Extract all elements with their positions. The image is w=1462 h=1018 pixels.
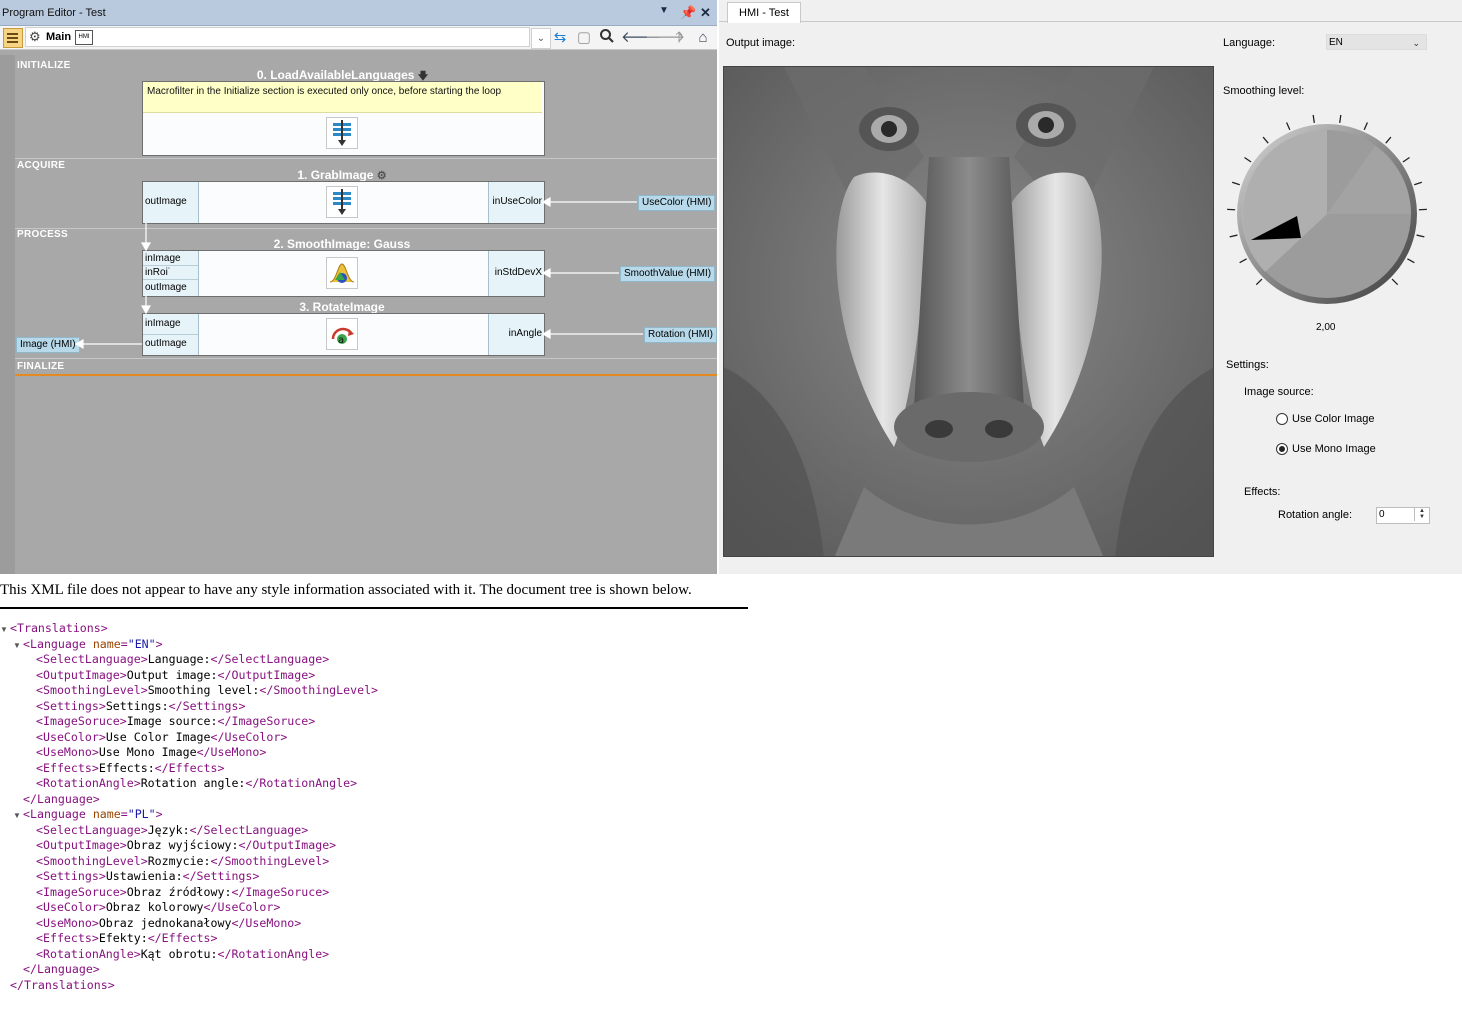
language-select[interactable]: EN ⌄ — [1326, 34, 1427, 50]
knob-tick — [1255, 278, 1263, 286]
radio-use-mono-label[interactable]: Use Mono Image — [1292, 443, 1376, 455]
hmi-tab-title: HMI - Test — [739, 7, 789, 19]
xml-line: </Language> — [23, 962, 100, 976]
chevron-down-icon: ⌄ — [1412, 38, 1420, 48]
xml-line: </Translations> — [10, 977, 115, 992]
knob-tick — [1339, 114, 1342, 123]
smoothing-label: Smoothing level: — [1223, 85, 1305, 97]
collapse-toggle-icon[interactable]: ▼ — [13, 811, 21, 820]
output-image-view[interactable] — [723, 66, 1214, 557]
xml-line: <RotationAngle>Kąt obrotu:</RotationAngl… — [36, 946, 330, 961]
xml-line: <Effects>Effects:</Effects> — [36, 760, 225, 775]
knob-tick — [1244, 156, 1252, 163]
xml-line: <SmoothingLevel>Smoothing level:</Smooth… — [36, 683, 379, 697]
xml-line: <ImageSoruce>Obraz źródłowy:</ImageSoruc… — [36, 884, 330, 899]
xml-line: <Language name="PL"> — [23, 807, 163, 821]
knob-tick — [1363, 122, 1368, 131]
radio-use-color-label[interactable]: Use Color Image — [1292, 413, 1375, 425]
xml-line: <UseMono>Obraz jednokanałowy</UseMono> — [36, 915, 302, 930]
hmi-tab-strip — [719, 0, 1462, 22]
knob-tick — [1229, 234, 1238, 238]
knob-tick — [1407, 258, 1415, 264]
knob-tick — [1414, 181, 1423, 186]
image-source-label: Image source: — [1244, 386, 1314, 398]
connection-lines — [74, 196, 643, 350]
xml-line: <SelectLanguage>Język:</SelectLanguage> — [36, 822, 309, 837]
smoothing-value: 2,00 — [1316, 322, 1336, 333]
output-image-label: Output image: — [726, 37, 796, 49]
xml-line: <UseColor>Use Color Image</UseColor> — [36, 729, 288, 744]
xml-line: <RotationAngle>Rotation angle:</Rotation… — [36, 776, 358, 790]
xml-line: <Settings>Settings:</Settings> — [36, 698, 246, 713]
knob-tick — [1231, 181, 1240, 186]
xml-line: <OutputImage>Output image:</OutputImage> — [36, 667, 316, 682]
radio-use-mono[interactable] — [1276, 443, 1288, 455]
knob-tick — [1239, 258, 1247, 264]
knob-tick — [1262, 136, 1269, 144]
xml-line: </Language> — [23, 791, 100, 806]
xml-line: <SmoothingLevel>Rozmycie:</SmoothingLeve… — [36, 853, 330, 868]
knob-icon — [1227, 114, 1427, 304]
xml-line: <SelectLanguage>Language:</SelectLanguag… — [36, 652, 330, 666]
effects-label: Effects: — [1244, 486, 1281, 498]
radio-use-color[interactable] — [1276, 413, 1288, 425]
smoothing-knob[interactable] — [1225, 112, 1430, 312]
xml-line: <Language name="EN"> — [23, 636, 163, 651]
knob-tick — [1385, 136, 1392, 144]
knob-tick — [1312, 114, 1315, 123]
knob-tick — [1402, 156, 1410, 163]
tab-hmi-test[interactable]: HMI - Test — [727, 2, 801, 23]
collapse-toggle-icon[interactable]: ▼ — [0, 625, 8, 634]
xml-line: <ImageSoruce>Image source:</ImageSoruce> — [36, 714, 316, 728]
language-value: EN — [1329, 37, 1343, 48]
collapse-toggle-icon[interactable]: ▼ — [13, 641, 21, 650]
knob-tick — [1286, 122, 1291, 131]
xml-line: <UseMono>Use Mono Image</UseMono> — [36, 745, 267, 759]
xml-line: <OutputImage>Obraz wyjściowy:</OutputIma… — [36, 838, 337, 852]
xml-style-banner: This XML file does not appear to have an… — [0, 582, 748, 609]
spinner-buttons[interactable]: ▲ ▼ — [1414, 508, 1429, 521]
rotation-angle-spinner[interactable]: 0 ▲ ▼ — [1376, 507, 1430, 524]
xml-line: <Settings>Ustawienia:</Settings> — [36, 869, 260, 883]
xml-line: <UseColor>Obraz kolorowy</UseColor> — [36, 900, 281, 914]
knob-tick — [1391, 278, 1399, 286]
settings-label: Settings: — [1226, 359, 1269, 371]
language-label: Language: — [1223, 37, 1275, 49]
rotation-angle-value[interactable]: 0 — [1379, 509, 1385, 520]
rotation-angle-label: Rotation angle: — [1278, 509, 1352, 521]
mandrill-image — [724, 67, 1213, 556]
xml-line: <Translations> — [10, 621, 108, 635]
knob-tick — [1416, 234, 1425, 238]
xml-line: <Effects>Efekty:</Effects> — [36, 931, 218, 945]
